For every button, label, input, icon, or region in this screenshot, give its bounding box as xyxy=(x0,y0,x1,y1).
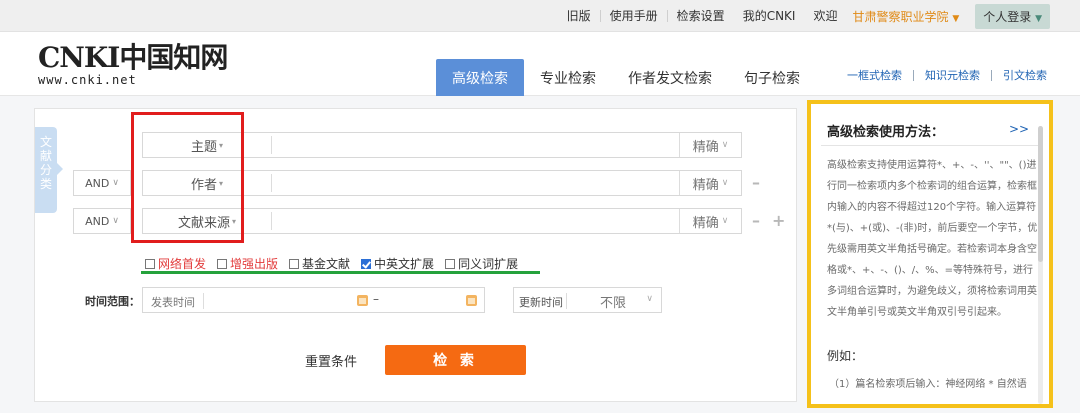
welcome-text: 欢迎 xyxy=(813,9,838,23)
top-links: 旧版 使用手册 检索设置 我的CNKI 欢迎 甘肃警察职业学院 ▼ 个人登录 ▼ xyxy=(558,0,1050,32)
checkbox-label: 中英文扩展 xyxy=(374,257,435,271)
chevron-down-icon: ∨ xyxy=(721,140,729,150)
tab-advanced-search[interactable]: 高级检索 xyxy=(436,59,524,96)
publish-time-placeholder: 发表时间 xyxy=(151,296,195,309)
match-select-3[interactable]: 精确 ∨ xyxy=(679,209,741,233)
manual-link[interactable]: 使用手册 xyxy=(601,10,668,22)
logic-label: AND xyxy=(85,214,110,228)
logic-select-2[interactable]: AND ∨ xyxy=(73,170,131,196)
publish-date-range[interactable]: 发表时间 – xyxy=(142,287,485,313)
checkbox-cn-en-expand[interactable]: 中英文扩展 xyxy=(361,255,434,272)
help-title: 高级检索使用方法： xyxy=(827,125,945,140)
logo-brand: CNKI中国知网 xyxy=(38,41,228,74)
checkbox-box[interactable] xyxy=(217,258,228,269)
help-panel: 高级检索使用方法： >> 高级检索支持使用运算符*、+、-、''、""、()进行… xyxy=(807,100,1053,408)
checkbox-label: 网络首发 xyxy=(158,257,207,271)
checkbox-box-checked[interactable] xyxy=(361,258,372,269)
divider xyxy=(203,293,204,309)
help-scrollbar[interactable] xyxy=(1038,126,1043,404)
date-range-dash: – xyxy=(373,292,379,306)
help-example-title: 例如： xyxy=(827,349,864,363)
match-label: 精确 xyxy=(692,215,719,231)
checkbox-enhanced-publish[interactable]: 增强出版 xyxy=(217,255,278,272)
reset-conditions-button[interactable]: 重置条件 xyxy=(305,351,357,370)
remove-row-icon[interactable]: – xyxy=(752,211,760,230)
chevron-down-icon: ∨ xyxy=(646,294,653,304)
header-right-links: 一框式检索 知识元检索 引文检索 xyxy=(836,70,1050,81)
personal-login-button[interactable]: 个人登录 ▼ xyxy=(975,3,1050,29)
divider xyxy=(821,145,1039,146)
checkbox-box[interactable] xyxy=(445,258,456,269)
search-panel: 文 献 分 类 主题 ▾ 精确 ∨ AND ∨ 作者 ▾ 精确 ∨ – AND ∨ 文献来源… xyxy=(34,108,797,402)
tab-sentence-search[interactable]: 句子检索 xyxy=(728,59,816,96)
highlight-underline-checkboxes xyxy=(141,271,540,274)
update-time-label: 更新时间 xyxy=(519,296,563,309)
school-name[interactable]: 甘肃警察职业学院 ▼ xyxy=(846,8,965,25)
tab-author-search[interactable]: 作者发文检索 xyxy=(612,59,728,96)
checkbox-synonym-expand[interactable]: 同义词扩展 xyxy=(445,255,518,272)
logic-select-3[interactable]: AND ∨ xyxy=(73,208,131,234)
remove-row-icon[interactable]: – xyxy=(752,173,760,192)
school-name-label: 甘肃警察职业学院 xyxy=(852,9,949,24)
logo-url: www.cnki.net xyxy=(38,73,137,87)
help-more-link[interactable]: >> xyxy=(1009,122,1029,136)
divider xyxy=(271,212,272,230)
chevron-down-icon: ▼ xyxy=(1035,13,1042,24)
divider xyxy=(271,136,272,154)
match-select-1[interactable]: 精确 ∨ xyxy=(679,133,741,157)
calendar-icon[interactable] xyxy=(357,295,368,306)
chevron-down-icon: ▼ xyxy=(952,13,960,24)
divider xyxy=(271,174,272,192)
highlight-box-field-selects xyxy=(131,112,244,243)
checkbox-box[interactable] xyxy=(145,258,155,269)
filter-checkboxes: 网络首发 增强出版 基金文献 中英文扩展 同义词扩展 xyxy=(145,255,529,272)
old-version-link[interactable]: 旧版 xyxy=(558,10,601,22)
search-tabs: 高级检索 专业检索 作者发文检索 句子检索 xyxy=(436,59,816,96)
checkbox-label: 基金文献 xyxy=(302,257,351,271)
divider xyxy=(566,293,567,309)
knowledge-search-link[interactable]: 知识元检索 xyxy=(914,70,992,81)
chevron-down-icon: ∨ xyxy=(112,178,119,188)
match-label: 精确 xyxy=(692,177,719,193)
site-header: CNKI中国知网 www.cnki.net 高级检索 专业检索 作者发文检索 句… xyxy=(0,32,1080,96)
checkbox-fund-literature[interactable]: 基金文献 xyxy=(289,255,350,272)
login-label: 个人登录 xyxy=(983,9,1032,24)
match-label: 精确 xyxy=(692,139,719,155)
citation-search-link[interactable]: 引文检索 xyxy=(992,70,1050,81)
cnki-logo[interactable]: CNKI中国知网 www.cnki.net xyxy=(38,41,228,88)
checkbox-label: 同义词扩展 xyxy=(458,257,519,271)
help-text: 高级检索支持使用运算符*、+、-、''、""、()进行同一检索项内多个检索词的组… xyxy=(827,160,1038,318)
checkbox-label: 增强出版 xyxy=(230,257,279,271)
tab-professional-search[interactable]: 专业检索 xyxy=(524,59,612,96)
search-settings-link[interactable]: 检索设置 xyxy=(668,10,734,22)
time-range-label: 时间范围： xyxy=(85,295,140,308)
my-cnki-link[interactable]: 我的CNKI xyxy=(734,10,805,22)
add-row-icon[interactable]: + xyxy=(772,211,785,230)
match-select-2[interactable]: 精确 ∨ xyxy=(679,171,741,195)
calendar-icon[interactable] xyxy=(466,295,477,306)
chevron-down-icon: ∨ xyxy=(721,178,729,188)
time-range-row: 时间范围： 发表时间 – 更新时间 不限 ∨ xyxy=(35,287,798,313)
scrollbar-thumb[interactable] xyxy=(1038,126,1043,262)
chevron-down-icon: ∨ xyxy=(112,216,119,226)
checkbox-online-first[interactable]: 网络首发 xyxy=(145,255,206,272)
logic-label: AND xyxy=(85,176,110,190)
help-example-line: （1）篇名检索项后输入：神经网络 * 自然语 xyxy=(829,379,1027,390)
checkbox-box[interactable] xyxy=(289,258,300,269)
single-box-search-link[interactable]: 一框式检索 xyxy=(836,70,914,81)
update-time-value: 不限 xyxy=(600,296,627,311)
chevron-down-icon: ∨ xyxy=(721,216,729,226)
search-button[interactable]: 检 索 xyxy=(385,345,526,375)
top-bar: 旧版 使用手册 检索设置 我的CNKI 欢迎 甘肃警察职业学院 ▼ 个人登录 ▼ xyxy=(0,0,1080,32)
update-time-select[interactable]: 更新时间 不限 ∨ xyxy=(513,287,662,313)
